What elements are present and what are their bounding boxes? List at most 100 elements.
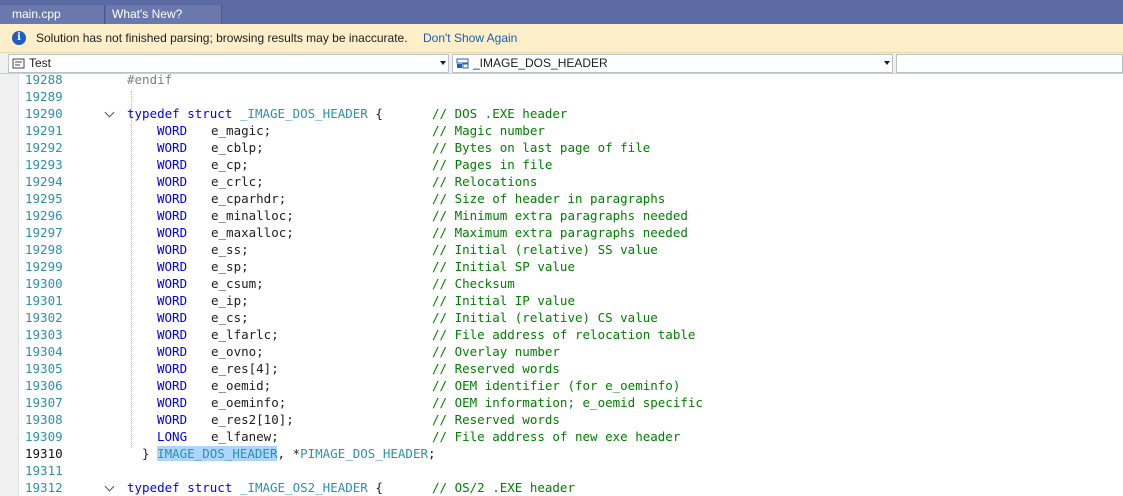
field-declaration: WORD bbox=[157, 309, 187, 326]
line-number: 19302 bbox=[25, 310, 63, 325]
line-number: 19309 bbox=[25, 429, 63, 444]
scope-dropdown[interactable]: _IMAGE_DOS_HEADER bbox=[452, 54, 893, 73]
field-type: WORD bbox=[157, 123, 188, 138]
line-number: 19310 bbox=[25, 446, 63, 461]
field-declaration: WORD bbox=[157, 326, 187, 343]
code-comment: // Magic number bbox=[432, 123, 545, 138]
code-comment: // Pages in file bbox=[432, 157, 553, 172]
field-name: e_magic; bbox=[211, 123, 272, 138]
project-dropdown[interactable]: Test bbox=[8, 54, 449, 73]
line-number: 19312 bbox=[25, 480, 63, 495]
code-line[interactable]: 19288 #endif bbox=[0, 74, 1123, 88]
field-type: WORD bbox=[157, 412, 188, 427]
line-number: 19303 bbox=[25, 327, 63, 342]
field-name: e_oeminfo; bbox=[211, 395, 287, 410]
line-number: 19298 bbox=[25, 242, 63, 257]
field-declaration: WORD bbox=[157, 190, 187, 207]
info-icon: i bbox=[12, 31, 26, 45]
field-declaration: WORD bbox=[157, 224, 187, 241]
field-name: e_ip; bbox=[211, 293, 249, 308]
code-line[interactable]: 19308 WORD e_res2[10]; // Reserved words bbox=[0, 411, 1123, 428]
code-line[interactable]: 19294 WORD e_crlc; // Relocations bbox=[0, 173, 1123, 190]
code-comment: // Reserved words bbox=[432, 412, 560, 427]
tab-whats-new[interactable]: What's New? bbox=[106, 5, 222, 24]
field-name: e_ovno; bbox=[211, 344, 264, 359]
member-dropdown[interactable] bbox=[896, 54, 1123, 73]
code-line[interactable]: 19291 WORD e_magic; // Magic number bbox=[0, 122, 1123, 139]
code-editor[interactable]: 19288 #endif 19289 19290 typedef struct … bbox=[0, 74, 1123, 496]
code-line-current[interactable]: 19310 } IMAGE_DOS_HEADER, *PIMAGE_DOS_HE… bbox=[0, 445, 1123, 462]
code-line[interactable]: 19293 WORD e_cp; // Pages in file bbox=[0, 156, 1123, 173]
code-line[interactable]: 19297 WORD e_maxalloc; // Maximum extra … bbox=[0, 224, 1123, 241]
dont-show-again-link[interactable]: Don't Show Again bbox=[423, 24, 517, 53]
line-number: 19295 bbox=[25, 191, 63, 206]
tab-main-cpp[interactable]: main.cpp bbox=[0, 5, 105, 24]
code-line[interactable]: 19302 WORD e_cs; // Initial (relative) C… bbox=[0, 309, 1123, 326]
code-comment: // File address of relocation table bbox=[432, 327, 696, 342]
field-type: LONG bbox=[157, 429, 188, 444]
code-comment: // Initial SP value bbox=[432, 259, 575, 274]
field-name: e_minalloc; bbox=[211, 208, 294, 223]
code-comment: // OEM information; e_oemid specific bbox=[432, 395, 703, 410]
code-line[interactable]: 19311 bbox=[0, 462, 1123, 479]
code-line[interactable]: 19301 WORD e_ip; // Initial IP value bbox=[0, 292, 1123, 309]
code-line[interactable]: 19296 WORD e_minalloc; // Minimum extra … bbox=[0, 207, 1123, 224]
struct-declaration: typedef struct _IMAGE_OS2_HEADER { bbox=[127, 479, 383, 496]
line-number: 19288 bbox=[25, 74, 63, 87]
field-type: WORD bbox=[157, 310, 188, 325]
line-number: 19308 bbox=[25, 412, 63, 427]
field-type: WORD bbox=[157, 140, 188, 155]
code-line[interactable]: 19300 WORD e_csum; // Checksum bbox=[0, 275, 1123, 292]
line-number: 19304 bbox=[25, 344, 63, 359]
code-line[interactable]: 19309 LONG e_lfanew; // File address of … bbox=[0, 428, 1123, 445]
code-comment: // Minimum extra paragraphs needed bbox=[432, 208, 688, 223]
project-label: Test bbox=[29, 56, 52, 70]
field-name: e_cp; bbox=[211, 157, 249, 172]
code-comment: // Initial (relative) SS value bbox=[432, 242, 658, 257]
code-line[interactable]: 19303 WORD e_lfarlc; // File address of … bbox=[0, 326, 1123, 343]
collapse-chevron-icon[interactable] bbox=[104, 481, 115, 492]
closing-brace: } bbox=[142, 446, 158, 461]
field-declaration: WORD bbox=[157, 173, 187, 190]
code-line[interactable]: 19298 WORD e_ss; // Initial (relative) S… bbox=[0, 241, 1123, 258]
brace: { bbox=[367, 106, 383, 121]
code-line[interactable]: 19292 WORD e_cblp; // Bytes on last page… bbox=[0, 139, 1123, 156]
code-line[interactable]: 19295 WORD e_cparhdr; // Size of header … bbox=[0, 190, 1123, 207]
line-number: 19292 bbox=[25, 140, 63, 155]
line-number: 19299 bbox=[25, 259, 63, 274]
code-line[interactable]: 19304 WORD e_ovno; // Overlay number bbox=[0, 343, 1123, 360]
code-line[interactable]: 19299 WORD e_sp; // Initial SP value bbox=[0, 258, 1123, 275]
document-tab-bar: main.cpp What's New? bbox=[0, 0, 1123, 24]
field-type: WORD bbox=[157, 378, 188, 393]
line-number: 19297 bbox=[25, 225, 63, 240]
code-line[interactable]: 19312 typedef struct _IMAGE_OS2_HEADER {… bbox=[0, 479, 1123, 496]
line-number: 19301 bbox=[25, 293, 63, 308]
keyword: typedef struct bbox=[127, 480, 233, 495]
collapse-chevron-icon[interactable] bbox=[104, 107, 115, 118]
field-name: e_crlc; bbox=[211, 174, 264, 189]
field-name: e_cs; bbox=[211, 310, 249, 325]
struct-icon bbox=[456, 58, 469, 69]
code-comment: // DOS .EXE header bbox=[432, 106, 568, 121]
field-type: WORD bbox=[157, 327, 188, 342]
field-declaration: WORD bbox=[157, 377, 187, 394]
brace: { bbox=[367, 480, 383, 495]
field-name: e_lfarlc; bbox=[211, 327, 279, 342]
code-comment: // Reserved words bbox=[432, 361, 560, 376]
code-comment: // Initial IP value bbox=[432, 293, 575, 308]
semicolon: ; bbox=[428, 446, 436, 461]
code-line[interactable]: 19307 WORD e_oeminfo; // OEM information… bbox=[0, 394, 1123, 411]
code-comment: // Bytes on last page of file bbox=[432, 140, 651, 155]
code-line[interactable]: 19306 WORD e_oemid; // OEM identifier (f… bbox=[0, 377, 1123, 394]
field-type: WORD bbox=[157, 174, 188, 189]
field-declaration: WORD bbox=[157, 258, 187, 275]
code-line[interactable]: 19290 typedef struct _IMAGE_DOS_HEADER {… bbox=[0, 105, 1123, 122]
line-number: 19300 bbox=[25, 276, 63, 291]
field-declaration: LONG bbox=[157, 428, 187, 445]
code-line[interactable]: 19289 bbox=[0, 88, 1123, 105]
selected-type-name[interactable]: IMAGE_DOS_HEADER bbox=[157, 446, 278, 461]
field-declaration: WORD bbox=[157, 275, 187, 292]
field-declaration: WORD bbox=[157, 139, 187, 156]
code-line[interactable]: 19305 WORD e_res[4]; // Reserved words bbox=[0, 360, 1123, 377]
info-message: Solution has not finished parsing; brows… bbox=[36, 31, 408, 45]
